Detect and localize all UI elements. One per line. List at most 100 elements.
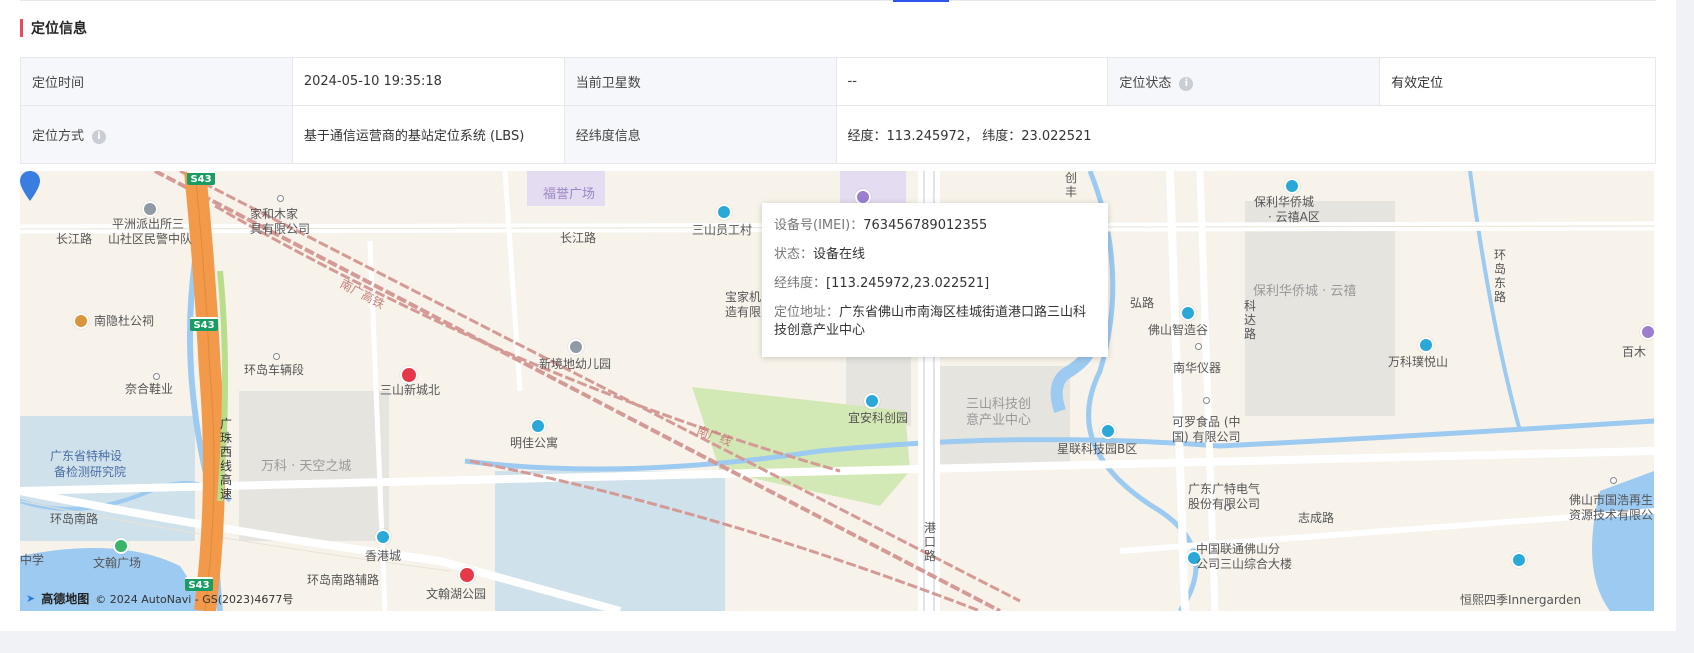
poi-marker-icon [1610, 477, 1617, 484]
map-label: 环岛东路 [1494, 248, 1507, 304]
map-label: 百木 [1622, 345, 1647, 359]
map-label: 资源技术有限公司 [1569, 508, 1654, 522]
map-label: 星联科技园B区 [1057, 442, 1138, 456]
map-label: 宝家机 [725, 290, 762, 304]
map-label: 环岛南路 [50, 512, 99, 526]
map-label: 奈合鞋业 [125, 382, 174, 396]
map-label: 股份有限公司 [1188, 497, 1261, 511]
map-view[interactable]: S43 S43 S43 平洲派出所三 山社区民警中队 长江路 家和木家 具有限公… [20, 171, 1654, 611]
time-value: 2024-05-10 19:35:18 [291, 57, 565, 106]
map-label: 公司三山综合大楼 [1196, 557, 1293, 571]
navigation-arrow-icon: ➤ [26, 592, 36, 605]
highway-shield: S43 [190, 317, 218, 331]
map-label: 广东广特电气 [1188, 482, 1261, 496]
info-row: 定位时间 2024-05-10 19:35:18 当前卫星数 -- 定位状态 i … [20, 57, 1656, 106]
building-icon[interactable] [1284, 178, 1300, 194]
map-label: 长江路 [56, 232, 93, 246]
map-label: 南隐杜公祠 [94, 314, 155, 328]
map-label: 国) 有限公司 [1172, 430, 1241, 444]
map-label: 山社区民警中队 [108, 232, 193, 246]
map-label: · 云禧A区 [1268, 210, 1320, 224]
page-bottom-strip [0, 631, 1694, 653]
status-label: 定位状态 [1119, 76, 1172, 91]
popup-address-row: 定位地址：广东省佛山市南海区桂城街道港口路三山科技创意产业中心 [774, 304, 1096, 340]
poi-marker-icon [1203, 397, 1210, 404]
map-label: 意产业中心 [966, 413, 1032, 428]
temple-icon[interactable] [73, 313, 89, 329]
map-label: 三山员工村 [692, 223, 753, 237]
map-label: 佛山市国浩再生 [1569, 493, 1654, 507]
section-header: 定位信息 [20, 18, 87, 38]
map-label: 志成路 [1298, 511, 1335, 525]
info-row: 定位方式 i 基于通信运营商的基站定位系统 (LBS) 经纬度信息 经度：113.… [20, 105, 1656, 164]
map-label: 文翰湖公园 [426, 587, 487, 601]
map-attribution: ➤ 高德地图 © 2024 AutoNavi - GS(2023)4677号 [26, 590, 293, 607]
map-label: 中学 [20, 553, 45, 567]
map-label: 环岛南路辅路 [307, 573, 380, 587]
poi-marker-icon [273, 353, 280, 360]
poi-marker-icon [1195, 343, 1202, 350]
lnglat-label: 经纬度： [774, 276, 827, 291]
address-label: 定位地址： [774, 305, 840, 320]
imei-value: 763456789012355 [863, 218, 988, 233]
map-label: 福誉广场 [543, 187, 596, 202]
status-value: 设备在线 [813, 247, 866, 262]
map-label: 长江路 [560, 231, 597, 245]
popup-status-row: 状态：设备在线 [774, 246, 1096, 264]
map-label: 具有限公司 [250, 222, 311, 236]
method-value: 基于通信运营商的基站定位系统 (LBS) [291, 105, 565, 164]
park-icon[interactable] [113, 538, 129, 554]
map-label: 港口路 [924, 521, 937, 563]
metro-station-icon[interactable] [458, 566, 476, 584]
building-icon[interactable] [1100, 423, 1116, 439]
map-label: 中国联通佛山分 [1196, 542, 1281, 556]
location-info-table: 定位时间 2024-05-10 19:35:18 当前卫星数 -- 定位状态 i … [20, 57, 1656, 164]
map-label: 广东省特种设 [50, 449, 123, 463]
amap-logo: 高德地图 [41, 592, 90, 606]
map-label: 弘路 [1130, 296, 1155, 310]
satellite-value: -- [835, 57, 1109, 106]
poi-marker-icon [153, 373, 160, 380]
building-icon[interactable] [1640, 324, 1654, 340]
highway-shield: S43 [187, 171, 215, 185]
map-label: 文翰广场 [93, 556, 142, 570]
map-label: 平洲派出所三 [112, 217, 185, 231]
map-label: 创丰 [1065, 171, 1078, 199]
section-title: 定位信息 [31, 21, 87, 37]
map-label: 佛山智造谷 [1148, 323, 1209, 337]
map-label: 三山科技创 [966, 397, 1032, 412]
map-label: 香港城 [365, 549, 402, 563]
help-icon[interactable]: i [92, 129, 107, 144]
poi-marker-icon [277, 195, 284, 202]
building-icon[interactable] [1180, 305, 1196, 321]
map-label: 家和木家 [250, 207, 299, 221]
help-icon[interactable]: i [1179, 76, 1194, 91]
building-icon[interactable] [375, 529, 391, 545]
map-label: 万科璞悦山 [1388, 355, 1449, 369]
building-icon[interactable] [530, 418, 546, 434]
location-pin-icon[interactable] [20, 171, 40, 201]
building-icon[interactable] [864, 393, 880, 409]
page-gutter [1676, 0, 1694, 631]
building-icon[interactable] [1511, 552, 1527, 568]
building-icon[interactable] [1418, 337, 1434, 353]
map-label: 科达路 [1244, 299, 1257, 341]
map-label: 造有限 [725, 305, 762, 319]
map-label: 南华仪器 [1173, 361, 1222, 375]
map-label: 新境地幼儿园 [539, 357, 612, 371]
method-label-cell: 定位方式 i [20, 105, 293, 164]
map-label: 明佳公寓 [510, 436, 559, 450]
lnglat-value: 经度：113.245972， 纬度：23.022521 [835, 105, 1656, 164]
top-divider [20, 0, 1656, 1]
police-icon[interactable] [142, 201, 158, 217]
copyright-text: © 2024 AutoNavi - GS(2023)4677号 [95, 592, 294, 606]
map-label: 三山新城北 [380, 383, 441, 397]
building-icon[interactable] [716, 204, 732, 220]
highway-shield: S43 [185, 577, 213, 591]
map-label: 备检测研究院 [54, 465, 127, 479]
popup-lnglat-row: 经纬度：[113.245972,23.022521] [774, 275, 1096, 293]
school-icon[interactable] [568, 339, 584, 355]
map-label: 可罗食品 (中 [1172, 415, 1241, 429]
metro-station-icon[interactable] [400, 366, 418, 384]
popup-imei-row: 设备号(IMEI)：763456789012355 [774, 217, 1096, 235]
